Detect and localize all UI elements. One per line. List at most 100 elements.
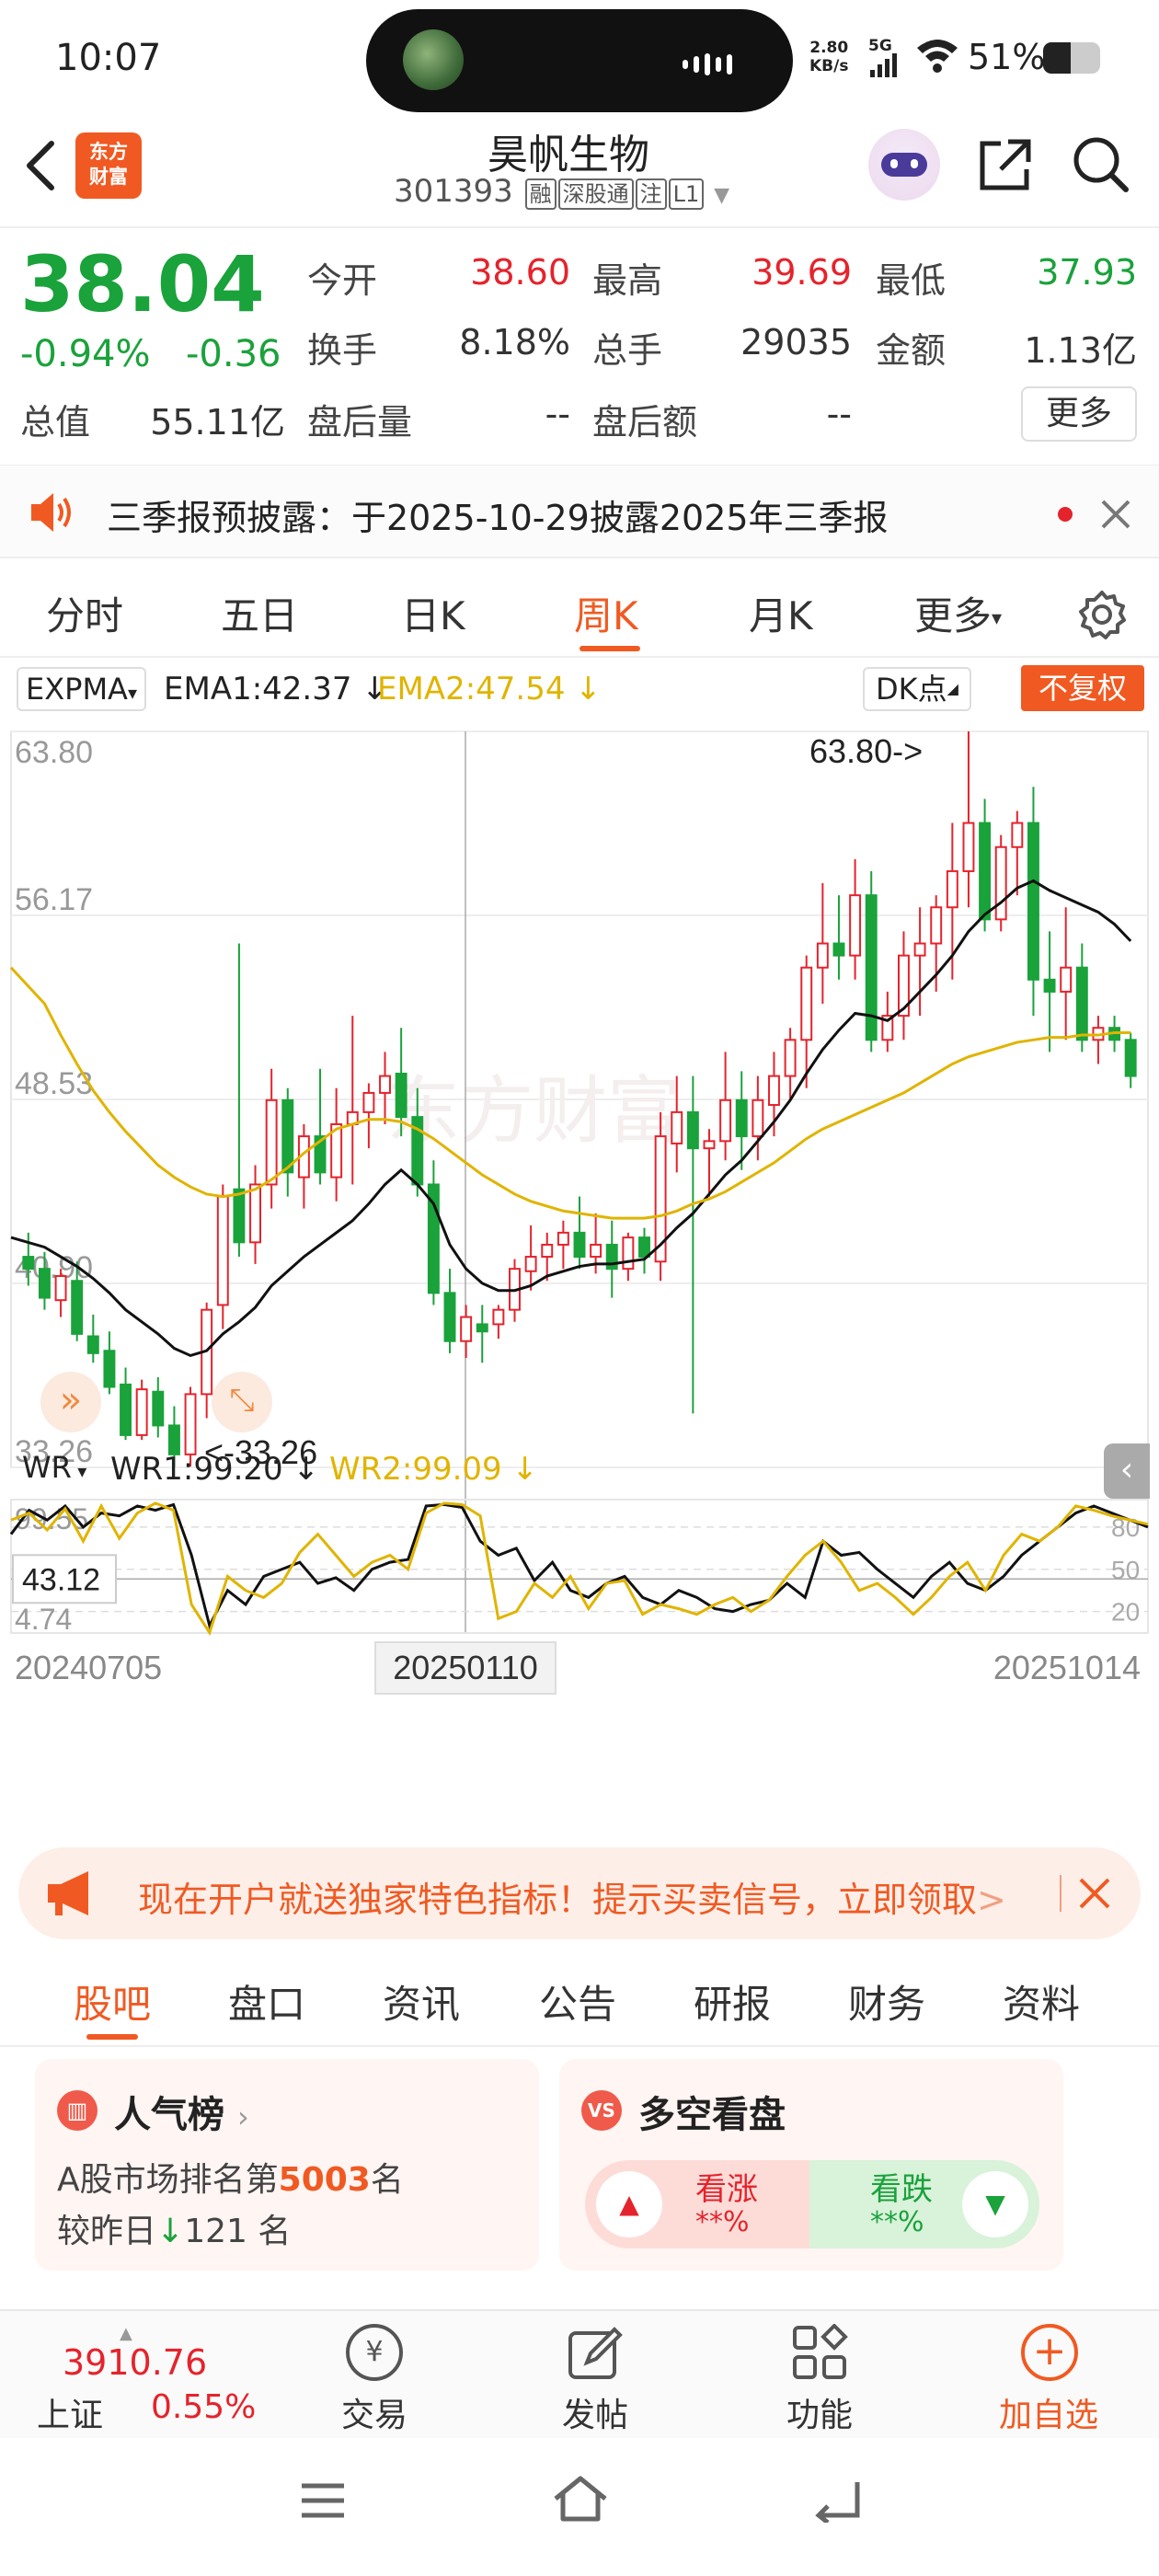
tab-financials[interactable]: 财务 [848, 1973, 925, 2030]
promo-banner[interactable]: 现在开户就送独家特色指标！提示买卖信号，立即领取> [18, 1847, 1141, 1939]
candle-body [832, 942, 845, 957]
dk-point-button[interactable]: DK点◢ [863, 667, 971, 711]
tab-news[interactable]: 资讯 [383, 1973, 460, 2030]
cellular-signal-icon [870, 53, 897, 77]
adjust-toggle-button[interactable]: 不复权 [1021, 665, 1144, 711]
expand-double-arrow-icon[interactable]: » [40, 1372, 101, 1432]
bearish-button[interactable]: 看跌 **% ▼ [809, 2160, 1039, 2248]
candle-body [686, 1110, 699, 1150]
home-icon[interactable] [552, 2475, 609, 2523]
stock-code-row[interactable]: 301393 融深股通注 L1 ▼ [394, 173, 729, 210]
wr-indicator-selector[interactable]: WR ▾ [17, 1447, 92, 1489]
caret-up-icon: ▲ [120, 2324, 132, 2343]
turnover-label: 换手 [307, 330, 378, 371]
tab-daily-k[interactable]: 日K [401, 585, 465, 641]
candle-body [962, 822, 975, 872]
tab-five-day[interactable]: 五日 [221, 585, 298, 641]
low-label: 最低 [876, 260, 947, 301]
tab-profile[interactable]: 资料 [1003, 1973, 1080, 2030]
bullish-button[interactable]: ▲ 看涨 **% [585, 2160, 815, 2248]
candle-body [703, 1140, 716, 1150]
candle-body [671, 1110, 683, 1144]
tab-monthly-k[interactable]: 月K [749, 585, 813, 641]
volume-value: 29035 [740, 322, 852, 362]
assistant-robot-icon[interactable] [868, 129, 940, 201]
candle-body [22, 1256, 35, 1271]
share-icon[interactable] [973, 132, 1038, 197]
bull-bear-card[interactable]: VS 多空看盘 ▲ 看涨 **% 看跌 **% ▼ [559, 2059, 1063, 2271]
chart-bar-icon: ▥ [57, 2090, 98, 2131]
candle-body [784, 1039, 797, 1077]
candle-body [541, 1243, 554, 1259]
candle-body [120, 1383, 132, 1436]
nav-trade[interactable]: ¥ 交易 [324, 2324, 425, 2434]
candle-body [54, 1275, 67, 1302]
candlestick-plot[interactable]: 63.8056.1748.5340.9033.26东方财富63.80-><-33… [0, 713, 1159, 1707]
candle-body [557, 1231, 569, 1246]
candle-body [768, 1075, 780, 1107]
search-icon[interactable] [1069, 132, 1133, 197]
nav-add-watchlist[interactable]: + 加自选 [984, 2324, 1113, 2434]
candle-body [930, 906, 943, 945]
tab-weekly-k[interactable]: 周K [574, 585, 638, 641]
collapse-panel-button[interactable]: ‹ [1104, 1443, 1150, 1499]
tab-announcements[interactable]: 公告 [539, 1973, 616, 2030]
candle-body [460, 1316, 473, 1342]
popularity-card[interactable]: ▥ 人气榜 › A股市场排名第5003名 较昨日↓121 名 [35, 2059, 539, 2271]
wifi-icon [917, 40, 958, 73]
speaker-icon [31, 493, 71, 532]
candle-body [476, 1323, 488, 1333]
status-bar: 10:07 2.80 KB/s 5G 51% [0, 0, 1159, 120]
tab-intraday[interactable]: 分时 [46, 585, 123, 641]
dynamic-island[interactable] [366, 9, 793, 112]
x-tick-label: 20251014 [993, 1649, 1141, 1686]
index-ticker[interactable]: ▲ 3910.76 上证 0.55% [28, 2324, 267, 2434]
announcement-bar[interactable]: 三季报预披露：于2025-10-29披露2025年三季报 [0, 465, 1159, 558]
wr1-line [9, 1502, 1149, 1630]
audio-wave-icon [683, 53, 747, 75]
amount-label: 金额 [876, 330, 947, 371]
settings-gear-icon[interactable] [1076, 589, 1128, 640]
candle-body [849, 894, 862, 957]
active-tab-indicator [580, 646, 640, 651]
ema2-value: EMA2:47.54 ↓ [377, 671, 602, 707]
candle-body [135, 1388, 148, 1436]
kline-chart[interactable]: EXPMA▾ EMA1:42.37 ↓ EMA2:47.54 ↓ DK点◢ 不复… [0, 658, 1159, 1835]
app-logo[interactable]: 东方 财富 [75, 132, 142, 199]
chart-indicator-selector[interactable]: EXPMA▾ [17, 667, 146, 711]
x-tick-label: 20250110 [393, 1649, 538, 1686]
nav-functions[interactable]: 功能 [769, 2324, 870, 2434]
close-icon[interactable] [1078, 1877, 1111, 1910]
candle-body [71, 1280, 84, 1335]
menu-icon[interactable] [300, 2480, 346, 2521]
back-arrow-icon[interactable] [20, 138, 61, 193]
amount-value: 1.13亿 [1024, 330, 1137, 371]
tab-forum[interactable]: 股吧 [74, 1973, 151, 2030]
tag-registered: 注 [635, 178, 667, 210]
nav-post[interactable]: 发帖 [545, 2324, 646, 2434]
ema1-value: EMA1:42.37 ↓ [164, 671, 388, 707]
stock-header: 东方 财富 昊帆生物 301393 融深股通注 L1 ▼ [0, 120, 1159, 228]
tab-orderbook[interactable]: 盘口 [228, 1973, 305, 2030]
more-button[interactable]: 更多 [1021, 386, 1137, 442]
vs-icon: VS [581, 2090, 622, 2131]
tab-more[interactable]: 更多▾ [914, 585, 1002, 641]
index-value: 3910.76 [63, 2342, 208, 2383]
candle-body [1043, 978, 1056, 993]
candle-body [1124, 1039, 1137, 1077]
tab-research[interactable]: 研报 [694, 1973, 771, 2030]
candle-body [265, 1098, 278, 1186]
down-triangle-icon: ▼ [962, 2171, 1028, 2237]
candle-body [946, 869, 958, 909]
close-icon[interactable] [1100, 499, 1131, 530]
back-icon[interactable] [813, 2478, 861, 2523]
tag-margin: 融 [524, 178, 557, 210]
candle-body [913, 942, 926, 957]
collapse-corner-icon[interactable]: ⤡ [212, 1372, 272, 1432]
indicator-name: EXPMA [26, 672, 128, 707]
rank-change-text: 较昨日↓121 名 [57, 2213, 292, 2250]
open-label: 今开 [307, 260, 378, 301]
plus-circle-icon: + [1021, 2324, 1078, 2381]
caret-down-icon: ▾ [127, 682, 137, 704]
up-triangle-icon: ▲ [596, 2171, 662, 2237]
